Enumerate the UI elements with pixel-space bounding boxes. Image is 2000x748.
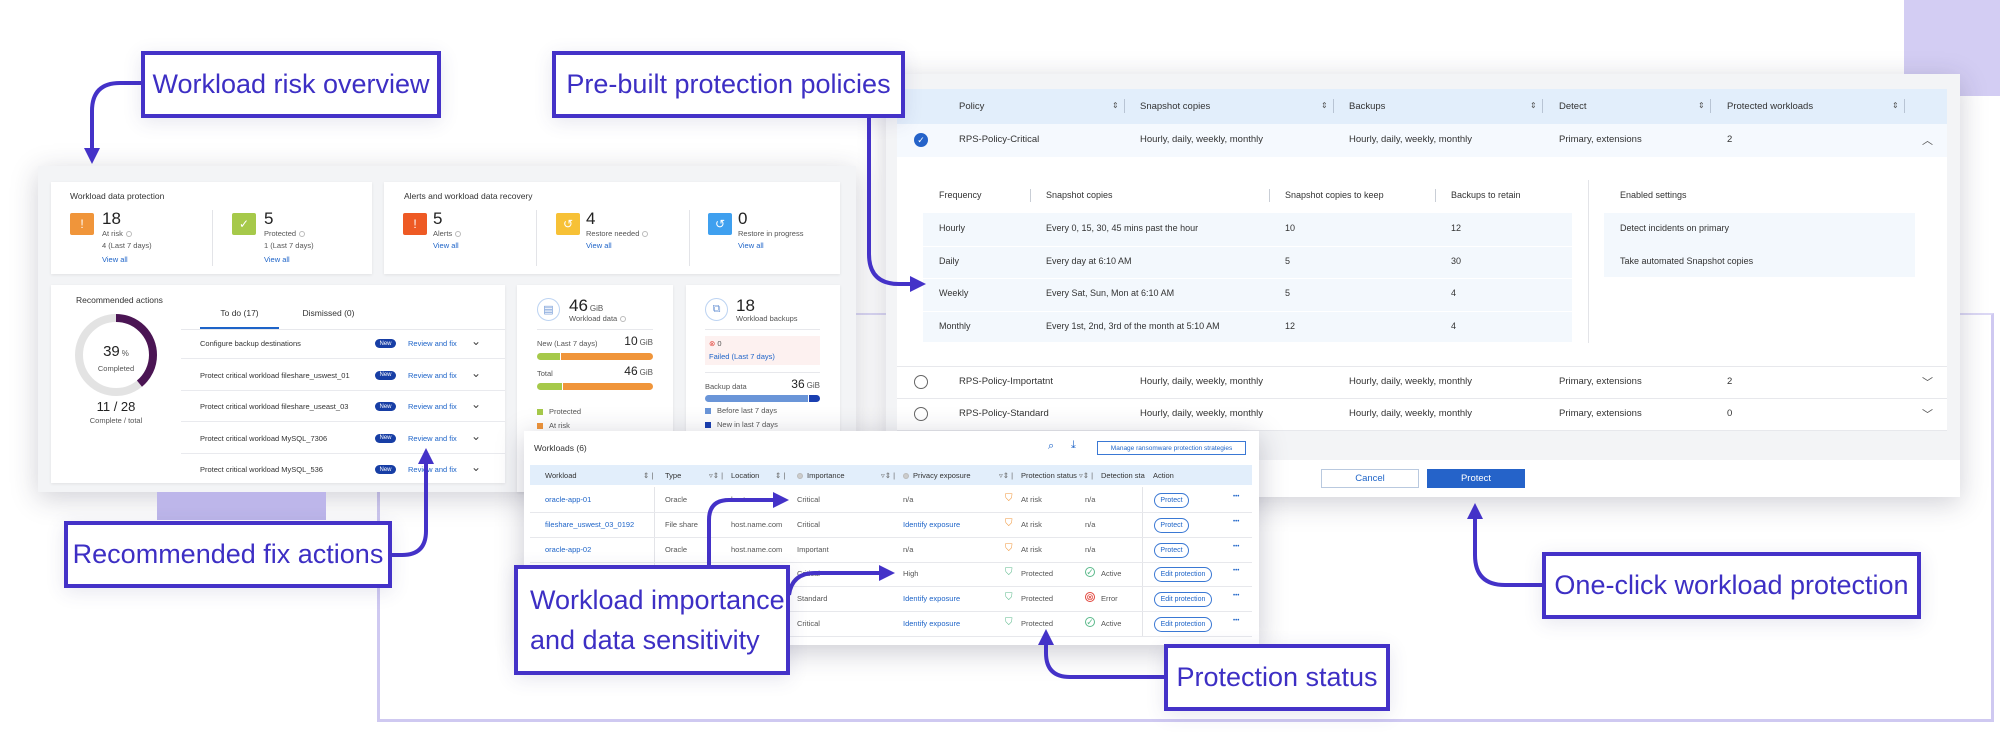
- arrow-fix-actions: [392, 448, 434, 557]
- callout-one-click: One-click workload protection: [1542, 552, 1921, 619]
- arrow-policies: [867, 118, 926, 292]
- arrow-risk-overview: [84, 81, 141, 164]
- callout-risk-overview: Workload risk overview: [141, 51, 441, 118]
- arrow-sensitivity: [787, 565, 895, 596]
- callout-fix-actions: Recommended fix actions: [64, 521, 392, 588]
- arrow-one-click: [1467, 503, 1542, 587]
- callout-importance: Workload importance and data sensitivity: [514, 565, 790, 675]
- callout-line: Workload importance: [530, 584, 785, 615]
- callout-policies: Pre-built protection policies: [552, 51, 905, 118]
- arrow-protection-status: [1038, 629, 1164, 679]
- callout-line: and data sensitivity: [530, 625, 760, 655]
- arrow-importance: [707, 492, 789, 565]
- callout-protection-status: Protection status: [1164, 644, 1390, 711]
